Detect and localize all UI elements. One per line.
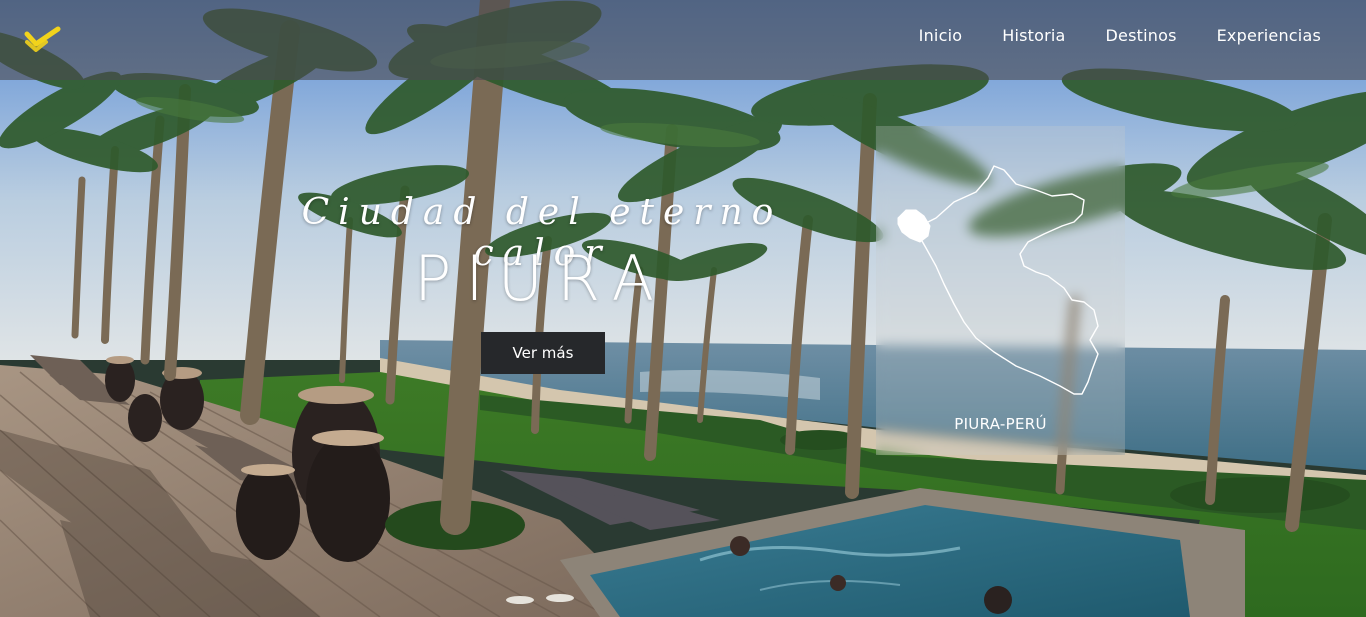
- peru-map-outline-icon: [897, 165, 1099, 395]
- top-navigation-bar: Inicio Historia Destinos Experiencias: [0, 0, 1366, 80]
- nav-link-destinos[interactable]: Destinos: [1106, 26, 1177, 45]
- check-logo-icon[interactable]: [24, 26, 62, 52]
- main-nav: Inicio Historia Destinos Experiencias: [919, 26, 1321, 45]
- ver-mas-button[interactable]: Ver más: [481, 332, 605, 374]
- nav-link-experiencias[interactable]: Experiencias: [1217, 26, 1321, 45]
- hero-background-image: [0, 0, 1366, 617]
- hero-title: PIURA: [413, 242, 669, 315]
- nav-link-inicio[interactable]: Inicio: [919, 26, 963, 45]
- map-card[interactable]: PIURA-PERÚ: [876, 126, 1125, 455]
- map-card-label: PIURA-PERÚ: [954, 415, 1047, 433]
- nav-link-historia[interactable]: Historia: [1002, 26, 1065, 45]
